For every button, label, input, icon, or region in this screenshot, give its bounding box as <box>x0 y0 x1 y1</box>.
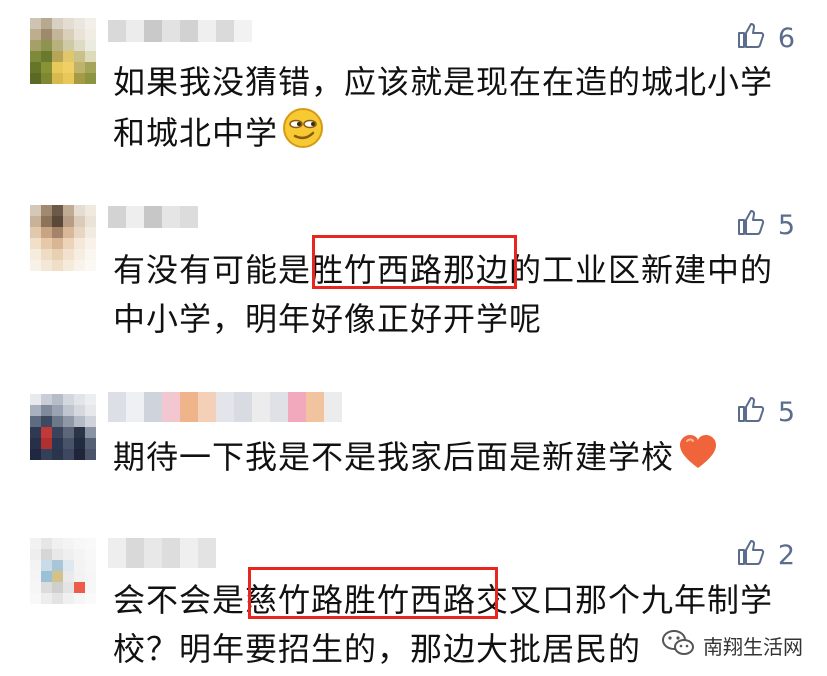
thumbs-up-icon <box>736 20 766 57</box>
comment-line: 中小学，明年好像正好开学呢 <box>113 300 543 338</box>
username-blurred[interactable] <box>108 206 198 228</box>
comment-text: 如果我没猜错，应该就是现在在造的城北小学 和城北中学 <box>113 58 803 163</box>
highlight-box <box>248 567 498 619</box>
like-button[interactable]: 5 <box>736 207 795 244</box>
like-count: 2 <box>777 540 795 571</box>
username-blurred[interactable] <box>108 538 216 568</box>
comment-text: 期待一下我是不是我家后面是新建学校 <box>113 433 803 484</box>
like-count: 5 <box>777 397 795 428</box>
avatar[interactable] <box>30 205 96 271</box>
highlight-box <box>312 235 517 289</box>
smirk-emoji-icon <box>282 107 324 163</box>
like-count: 6 <box>777 23 795 54</box>
like-button[interactable]: 5 <box>736 394 795 431</box>
like-button[interactable]: 6 <box>736 20 795 57</box>
username-blurred[interactable] <box>108 392 342 422</box>
watermark: 南翔生活网 <box>661 629 803 662</box>
comment-line: 期待一下我是不是我家后面是新建学校 <box>113 433 803 484</box>
thumbs-up-icon <box>736 207 766 244</box>
avatar[interactable] <box>30 538 96 604</box>
heart-emoji-icon <box>678 434 718 484</box>
wechat-icon <box>661 629 695 662</box>
thumbs-up-icon <box>736 394 766 431</box>
avatar[interactable] <box>30 18 96 84</box>
username-blurred[interactable] <box>108 20 252 42</box>
comment-line: 如果我没猜错，应该就是现在在造的城北小学 <box>113 63 774 101</box>
watermark-text: 南翔生活网 <box>703 635 803 659</box>
thumbs-up-icon <box>736 537 766 574</box>
avatar[interactable] <box>30 394 96 460</box>
like-button[interactable]: 2 <box>736 537 795 574</box>
like-count: 5 <box>777 210 795 241</box>
comment-line: 和城北中学 <box>113 107 803 163</box>
